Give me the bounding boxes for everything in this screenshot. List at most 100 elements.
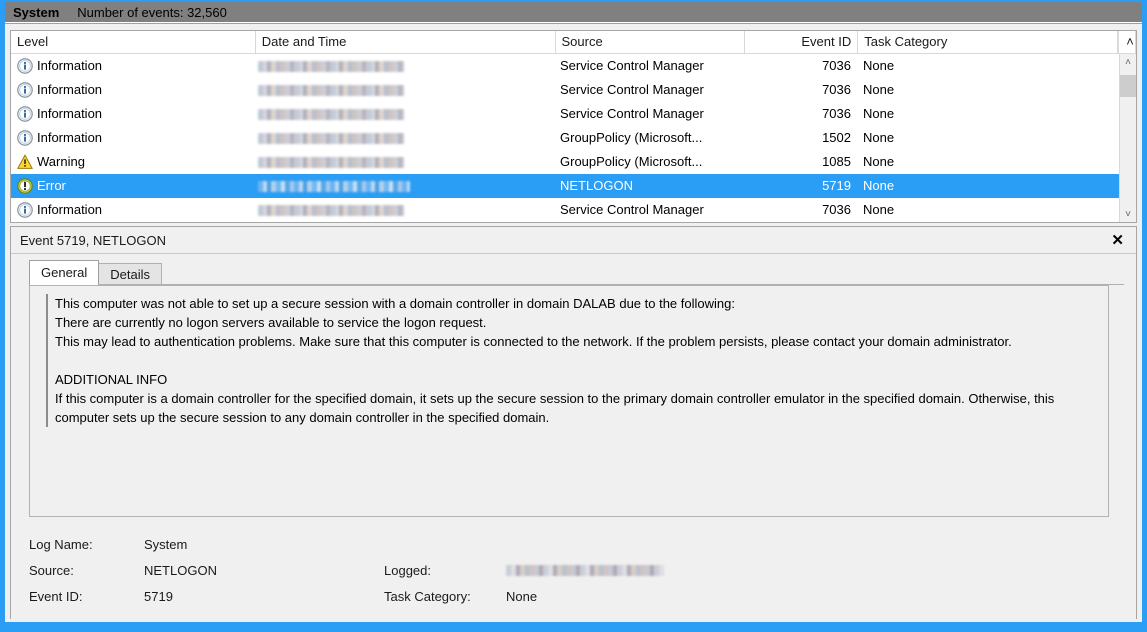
column-header-level[interactable]: Level [11,31,256,54]
event-viewer-window: System Number of events: 32,560 Level Da… [0,0,1147,632]
cell-source: Service Control Manager [556,78,746,102]
cell-date-and-time [256,102,556,126]
task-category-field-value: None [506,589,537,604]
event-count-label: Number of events: 32,560 [77,5,227,20]
redacted-timestamp [258,205,404,216]
close-icon[interactable]: ✕ [1111,233,1124,248]
table-row[interactable]: Information Service Control Manager7036No… [11,78,1136,102]
cell-event-id: 7036 [746,78,859,102]
cell-source: Service Control Manager [556,102,746,126]
column-header-source[interactable]: Source [556,31,746,54]
window-bottom-accent [0,622,1147,632]
cell-event-id: 5719 [746,174,859,198]
cell-event-id: 7036 [746,54,859,78]
cell-date-and-time [256,150,556,174]
event-list-rows: InformationService Control Manager7036No… [11,54,1136,223]
table-row[interactable]: Information Service Control Manager7036No… [11,54,1136,78]
event-id-field-value: 5719 [144,589,384,604]
cell-event-id: 7036 [746,198,859,222]
log-name-field-value: System [144,537,384,552]
cell-task-category: None [859,150,1119,174]
cell-date-and-time [256,174,556,198]
level-label: Information [37,54,102,78]
level-label: Information [37,102,102,126]
cell-date-and-time [256,198,556,222]
message-line: This computer was not able to set up a s… [55,294,1094,313]
message-line: This may lead to authentication problems… [55,332,1094,351]
information-icon [17,130,33,146]
redacted-timestamp [258,157,404,168]
tab-general[interactable]: General [29,260,99,285]
message-blank-line [55,351,1094,370]
metadata-row-log-name: Log Name: System [29,531,1089,557]
cell-source: GroupPolicy (Microsoft... [556,150,746,174]
column-header-task-category[interactable]: Task Category [858,31,1118,54]
error-icon [17,178,33,194]
log-header-bar: System Number of events: 32,560 [5,2,1142,23]
cell-source: NETLOGON [556,174,746,198]
level-label: Error [37,174,66,198]
table-row[interactable]: Error NETLOGON5719None [11,174,1136,198]
redacted-timestamp [258,61,404,72]
redacted-timestamp [258,85,404,96]
event-message-box[interactable]: This computer was not able to set up a s… [29,285,1109,517]
cell-source: GroupPolicy (Microsoft... [556,126,746,150]
redacted-timestamp [258,109,404,120]
level-label: Information [37,198,102,222]
cell-task-category: None [859,174,1119,198]
event-list[interactable]: Level Date and Time Source Event ID Task… [10,30,1137,223]
message-line: ADDITIONAL INFO [55,370,1094,389]
cell-level: Information [11,78,256,102]
header-groove [5,23,1142,30]
column-header-event-id[interactable]: Event ID [745,31,858,54]
event-id-field-label: Event ID: [29,589,144,604]
cell-level: Information [11,198,256,222]
cell-task-category: None [859,54,1119,78]
event-metadata: Log Name: System Source: NETLOGON Logged… [29,531,1089,609]
cell-task-category: None [859,126,1119,150]
level-label: Information [37,78,102,102]
table-row[interactable]: Information GroupPolicy (Microsoft...1502… [11,126,1136,150]
message-line: If this computer is a domain controller … [55,389,1094,427]
scroll-up-icon[interactable]: ˄ [1120,54,1136,71]
cell-event-id: 1502 [746,126,859,150]
cell-source: Service Control Manager [556,54,746,78]
source-field-label: Source: [29,563,144,578]
cell-task-category: None [859,78,1119,102]
cell-date-and-time [256,126,556,150]
cell-date-and-time [256,78,556,102]
table-row[interactable]: Warning GroupPolicy (Microsoft...1085None [11,150,1136,174]
cell-task-category: None [859,102,1119,126]
cell-level: Information [11,126,256,150]
table-row[interactable]: InformationService Control Manager7036No… [11,102,1136,126]
logged-field-value [506,565,664,576]
detail-title-bar: Event 5719, NETLOGON ✕ [11,227,1136,254]
table-row[interactable]: InformationService Control Manager7036No… [11,198,1136,222]
log-name-label: System [13,5,59,20]
message-line: There are currently no logon servers ava… [55,313,1094,332]
scrollbar-thumb[interactable] [1120,75,1136,97]
log-name-field-label: Log Name: [29,537,144,552]
logged-field-label: Logged: [384,563,506,578]
level-label: Information [37,126,102,150]
sort-ascending-icon[interactable]: ˄ [1118,31,1136,54]
cell-event-id: 1085 [746,150,859,174]
redacted-timestamp [258,133,404,144]
event-list-scrollbar[interactable]: ˄ ˅ [1119,54,1136,223]
cell-level: Information [11,102,256,126]
scroll-down-icon[interactable]: ˅ [1120,206,1136,223]
metadata-row-event-id: Event ID: 5719 Task Category: None [29,583,1089,609]
cell-level: Information [11,54,256,78]
event-message-text: This computer was not able to set up a s… [46,294,1094,427]
column-header-date-and-time[interactable]: Date and Time [256,31,556,54]
tab-details[interactable]: Details [98,263,162,285]
detail-tabstrip: General Details [29,259,1136,285]
warning-icon [17,154,33,170]
redacted-timestamp [506,565,664,576]
event-detail-pane: Event 5719, NETLOGON ✕ General Details T… [10,226,1137,619]
task-category-field-label: Task Category: [384,589,506,604]
level-label: Warning [37,150,85,174]
cell-date-and-time [256,54,556,78]
information-icon [17,202,33,218]
information-icon [17,58,33,74]
